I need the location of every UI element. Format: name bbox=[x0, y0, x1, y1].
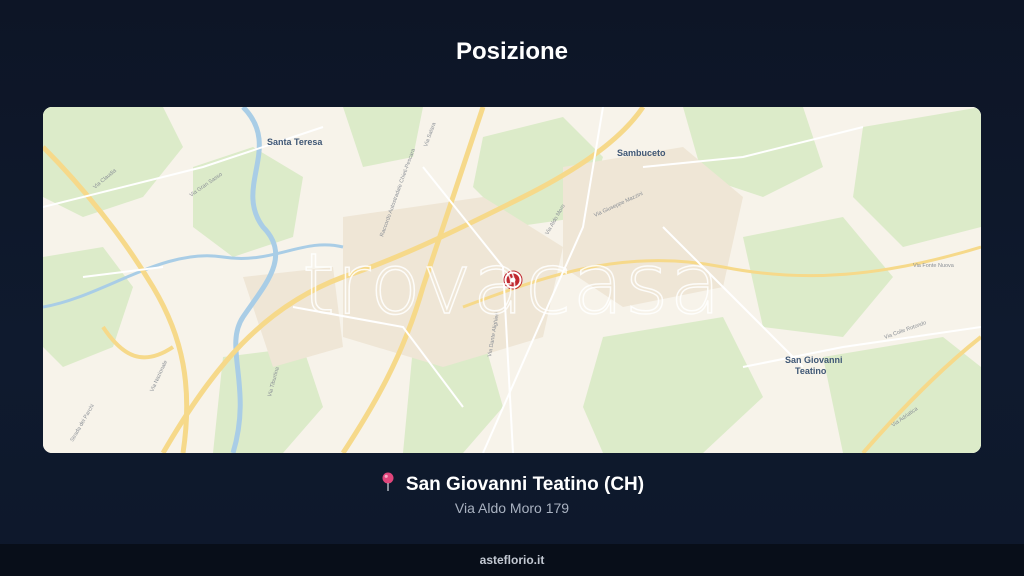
map-canvas[interactable]: Santa Teresa Sambuceto San Giovanni Teat… bbox=[43, 107, 981, 453]
pin-icon bbox=[380, 472, 396, 498]
place-label-teatino: Teatino bbox=[795, 366, 827, 376]
street-label: Via Fonte Nuova bbox=[913, 263, 955, 269]
place-label-sambuceto: Sambuceto bbox=[617, 148, 666, 158]
location-address: Via Aldo Moro 179 bbox=[454, 500, 570, 516]
map[interactable]: Santa Teresa Sambuceto San Giovanni Teat… bbox=[43, 107, 981, 453]
place-label-santa-teresa: Santa Teresa bbox=[267, 137, 323, 147]
place-label-san-giovanni: San Giovanni bbox=[785, 355, 843, 365]
page-title: Posizione bbox=[455, 38, 569, 65]
footer: asteflorio.it bbox=[0, 544, 1024, 576]
location-marker-icon[interactable] bbox=[503, 270, 523, 290]
location-city: San Giovanni Teatino (CH) bbox=[405, 474, 645, 495]
footer-brand[interactable]: asteflorio.it bbox=[480, 553, 545, 567]
location-title: San Giovanni Teatino (CH) bbox=[0, 472, 1024, 498]
